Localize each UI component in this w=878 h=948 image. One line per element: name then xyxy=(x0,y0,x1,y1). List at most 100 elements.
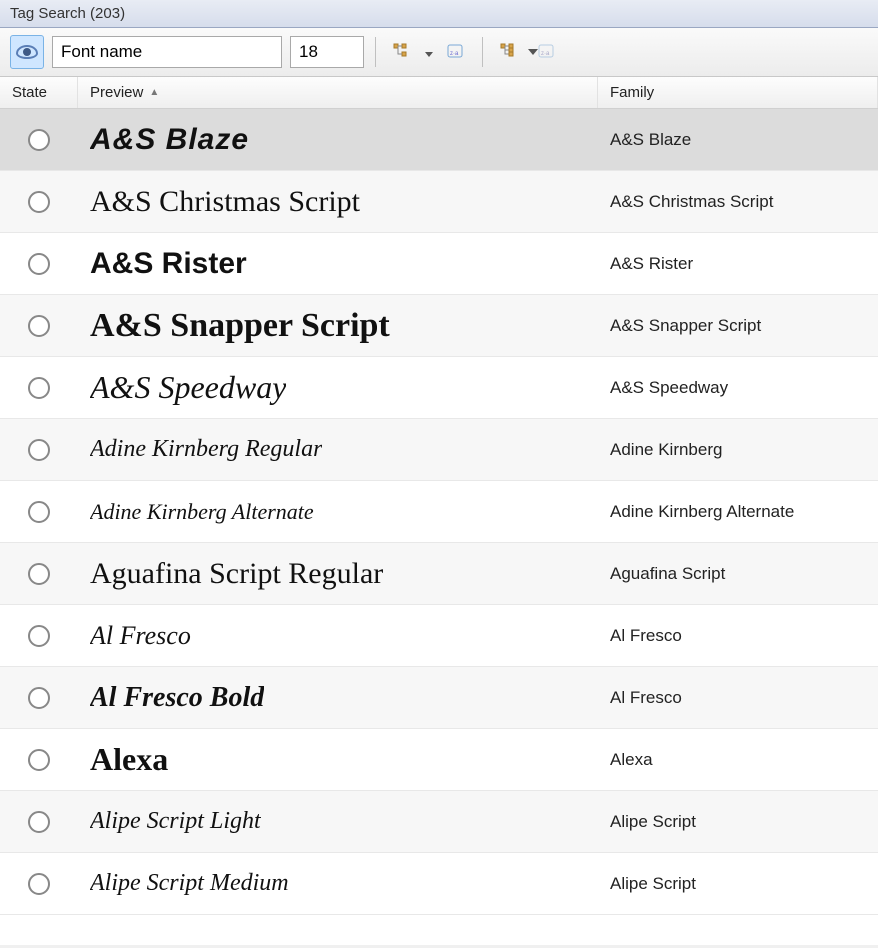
state-radio[interactable] xyxy=(28,501,50,523)
column-label: Family xyxy=(610,84,654,101)
separator xyxy=(375,37,376,67)
sort-az-icon: z·a xyxy=(447,43,465,61)
font-preview-text: Alexa xyxy=(90,741,168,778)
row-preview-cell: Al Fresco Bold xyxy=(78,667,598,728)
table-header: State Preview ▲ Family xyxy=(0,77,878,109)
font-preview-text: Adine Kirnberg Alternate xyxy=(90,499,314,525)
font-preview-text: Adine Kirnberg Regular xyxy=(90,436,322,463)
table-row[interactable]: A&S Blaze A&S Blaze xyxy=(0,109,878,171)
font-name-combo[interactable] xyxy=(52,36,282,68)
row-preview-cell: Adine Kirnberg Alternate xyxy=(78,481,598,542)
row-state-cell xyxy=(0,543,78,604)
row-state-cell xyxy=(0,605,78,666)
state-radio[interactable] xyxy=(28,129,50,151)
separator xyxy=(482,37,483,67)
state-radio[interactable] xyxy=(28,439,50,461)
row-state-cell xyxy=(0,109,78,170)
row-preview-cell: A&S Blaze xyxy=(78,109,598,170)
tree-collapse-icon xyxy=(500,43,518,61)
sort-za-button[interactable]: z·a xyxy=(532,37,562,67)
eye-icon xyxy=(16,45,38,59)
font-family-name: A&S Snapper Script xyxy=(610,316,761,336)
table-body: A&S BlazeA&S BlazeA&S Christmas ScriptA&… xyxy=(0,109,878,915)
column-header-state[interactable]: State xyxy=(0,77,78,108)
row-family-cell: A&S Blaze xyxy=(598,109,878,170)
group-dropdown-arrow[interactable] xyxy=(425,44,433,60)
row-family-cell: Adine Kirnberg xyxy=(598,419,878,480)
state-radio[interactable] xyxy=(28,377,50,399)
row-state-cell xyxy=(0,233,78,294)
font-family-name: Aguafina Script xyxy=(610,564,725,584)
row-family-cell: A&S Speedway xyxy=(598,357,878,418)
table-row[interactable]: Adine Kirnberg Regular Adine Kirnberg xyxy=(0,419,878,481)
row-preview-cell: Al Fresco xyxy=(78,605,598,666)
font-preview-text: A&S Christmas Script xyxy=(90,185,360,219)
font-preview-text: A&S Blaze xyxy=(90,123,249,157)
table-row[interactable]: Alipe Script Light Alipe Script xyxy=(0,791,878,853)
column-header-family[interactable]: Family xyxy=(598,77,878,108)
font-name-input[interactable] xyxy=(53,42,290,62)
state-radio[interactable] xyxy=(28,811,50,833)
svg-text:z·a: z·a xyxy=(450,51,459,57)
row-state-cell xyxy=(0,295,78,356)
column-label: Preview xyxy=(90,84,143,101)
window-title-text: Tag Search (203) xyxy=(10,5,125,22)
font-preview-text: Alipe Script Medium xyxy=(90,870,289,897)
state-radio[interactable] xyxy=(28,873,50,895)
svg-text:z·a: z·a xyxy=(541,51,550,57)
table-row[interactable]: Adine Kirnberg Alternate Adine Kirnberg A… xyxy=(0,481,878,543)
table-row[interactable]: A&S Speedway A&S Speedway xyxy=(0,357,878,419)
font-preview-text: Al Fresco xyxy=(90,621,191,651)
state-radio[interactable] xyxy=(28,253,50,275)
font-family-name: Al Fresco xyxy=(610,688,682,708)
table-row[interactable]: Al Fresco Bold Al Fresco xyxy=(0,667,878,729)
table-row[interactable]: Alipe Script Medium Alipe Script xyxy=(0,853,878,915)
table-row[interactable]: A&S Christmas Script A&S Christmas Script xyxy=(0,171,878,233)
font-preview-text: Alipe Script Light xyxy=(90,808,261,835)
font-family-name: A&S Blaze xyxy=(610,130,691,150)
row-family-cell: A&S Rister xyxy=(598,233,878,294)
state-radio[interactable] xyxy=(28,749,50,771)
font-preview-text: A&S Speedway xyxy=(90,369,286,406)
font-family-name: A&S Speedway xyxy=(610,378,728,398)
table-row[interactable]: Aguafina Script Regular Aguafina Script xyxy=(0,543,878,605)
table-row[interactable]: A&S Rister A&S Rister xyxy=(0,233,878,295)
table-row[interactable]: A&S Snapper Script A&S Snapper Script xyxy=(0,295,878,357)
row-preview-cell: A&S Rister xyxy=(78,233,598,294)
font-family-name: A&S Christmas Script xyxy=(610,192,773,212)
sort-za-icon: z·a xyxy=(538,43,556,61)
row-preview-cell: Alipe Script Light xyxy=(78,791,598,852)
font-family-name: Alipe Script xyxy=(610,812,696,832)
row-family-cell: Al Fresco xyxy=(598,605,878,666)
font-table: State Preview ▲ Family A&S BlazeA&S Blaz… xyxy=(0,77,878,945)
state-radio[interactable] xyxy=(28,687,50,709)
font-family-name: Alipe Script xyxy=(610,874,696,894)
sort-az-button[interactable]: z·a xyxy=(441,37,471,67)
state-radio[interactable] xyxy=(28,625,50,647)
row-family-cell: Aguafina Script xyxy=(598,543,878,604)
row-family-cell: A&S Snapper Script xyxy=(598,295,878,356)
row-family-cell: A&S Christmas Script xyxy=(598,171,878,232)
state-radio[interactable] xyxy=(28,315,50,337)
state-radio[interactable] xyxy=(28,191,50,213)
column-header-preview[interactable]: Preview ▲ xyxy=(78,77,598,108)
row-family-cell: Alipe Script xyxy=(598,853,878,914)
row-state-cell xyxy=(0,357,78,418)
row-preview-cell: Aguafina Script Regular xyxy=(78,543,598,604)
font-preview-text: Aguafina Script Regular xyxy=(90,557,383,591)
font-preview-text: Al Fresco Bold xyxy=(90,682,264,714)
row-preview-cell: A&S Snapper Script xyxy=(78,295,598,356)
row-preview-cell: A&S Christmas Script xyxy=(78,171,598,232)
row-family-cell: Alipe Script xyxy=(598,791,878,852)
table-row[interactable]: Al Fresco Al Fresco xyxy=(0,605,878,667)
preview-toggle-button[interactable] xyxy=(10,35,44,69)
font-size-combo[interactable] xyxy=(290,36,364,68)
font-family-name: A&S Rister xyxy=(610,254,693,274)
table-row[interactable]: AlexaAlexa xyxy=(0,729,878,791)
row-family-cell: Adine Kirnberg Alternate xyxy=(598,481,878,542)
state-radio[interactable] xyxy=(28,563,50,585)
font-family-name: Adine Kirnberg xyxy=(610,440,722,460)
tree-collapse-button[interactable] xyxy=(494,37,524,67)
row-state-cell xyxy=(0,853,78,914)
group-by-button[interactable] xyxy=(387,37,417,67)
